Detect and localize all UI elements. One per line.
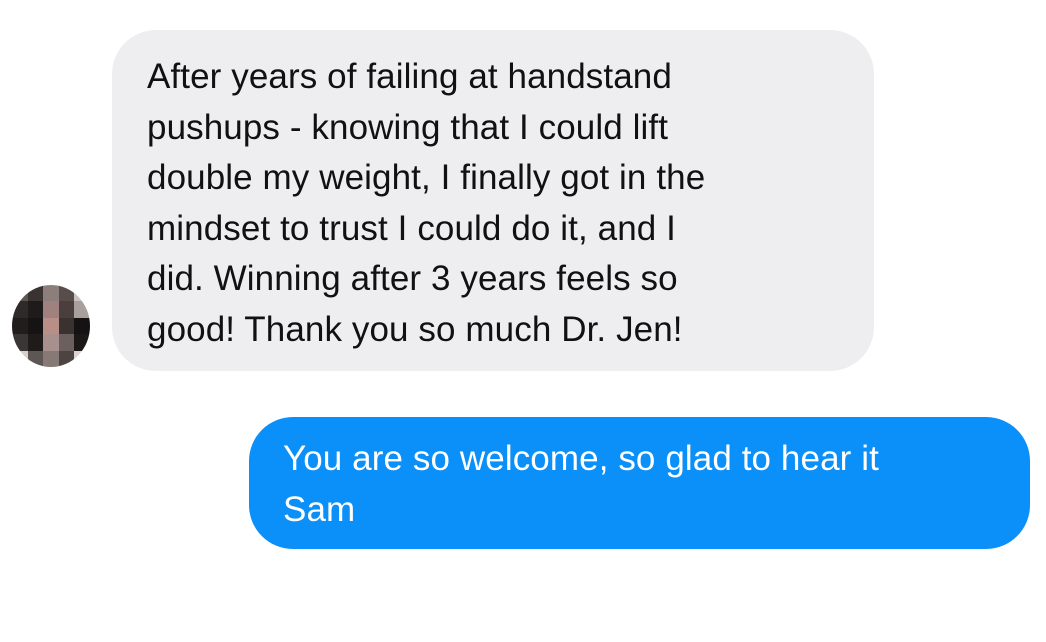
pixelated-avatar-icon[interactable] bbox=[12, 285, 90, 367]
outgoing-message-bubble[interactable]: You are so welcome, so glad to hear it S… bbox=[249, 417, 1030, 549]
chat-thread: After years of failing at handstand push… bbox=[0, 0, 1046, 642]
incoming-message-bubble[interactable]: After years of failing at handstand push… bbox=[112, 30, 874, 371]
